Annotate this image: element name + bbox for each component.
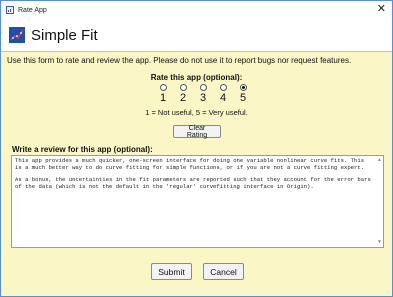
window-title: Rate App: [18, 6, 47, 14]
radio-button-selected[interactable]: [239, 84, 247, 91]
radio-button[interactable]: [179, 84, 187, 91]
rating-label: Rate this app (optional):: [150, 73, 243, 82]
intro-text: Use this form to rate and review the app…: [7, 56, 352, 65]
radio-button[interactable]: [199, 84, 207, 91]
rate-app-window: Rate App ✕ Simple Fit Use this form to r…: [0, 0, 393, 297]
cancel-button[interactable]: Cancel: [203, 263, 244, 280]
rating-option-5[interactable]: 5: [233, 84, 253, 104]
app-icon: [6, 6, 14, 14]
rating-number: 3: [199, 92, 207, 104]
clear-rating-button[interactable]: Clear Rating: [173, 125, 221, 139]
app-header: Simple Fit: [1, 19, 392, 52]
review-label: Write a review for this app (optional):: [12, 145, 153, 154]
scroll-down-icon[interactable]: ▼: [378, 239, 381, 246]
chart-logo-icon: [9, 27, 25, 43]
review-paragraph: This app provides a much quicker, one-sc…: [15, 157, 365, 171]
close-icon[interactable]: ✕: [377, 3, 386, 15]
rating-number: 5: [239, 92, 247, 104]
radio-button[interactable]: [219, 84, 227, 91]
rating-number: 1: [159, 92, 167, 104]
rating-scale-text: 1 = Not useful, 5 = Very useful.: [145, 108, 248, 117]
rating-option-2[interactable]: 2: [173, 84, 193, 104]
rating-number: 4: [219, 92, 227, 104]
rating-option-1[interactable]: 1: [153, 84, 173, 104]
rating-option-3[interactable]: 3: [193, 84, 213, 104]
title-bar: Rate App ✕: [1, 1, 392, 19]
app-name: Simple Fit: [31, 26, 98, 44]
rating-option-4[interactable]: 4: [213, 84, 233, 104]
review-textarea[interactable]: This app provides a much quicker, one-sc…: [11, 155, 384, 248]
rating-number: 2: [179, 92, 187, 104]
submit-button[interactable]: Submit: [151, 263, 192, 280]
review-paragraph: As a bonus, the uncertainties in the fit…: [15, 176, 371, 190]
scroll-up-icon[interactable]: ▲: [378, 157, 381, 164]
radio-button[interactable]: [159, 84, 167, 91]
rating-radio-group: 1 2 3 4 5: [153, 84, 253, 104]
